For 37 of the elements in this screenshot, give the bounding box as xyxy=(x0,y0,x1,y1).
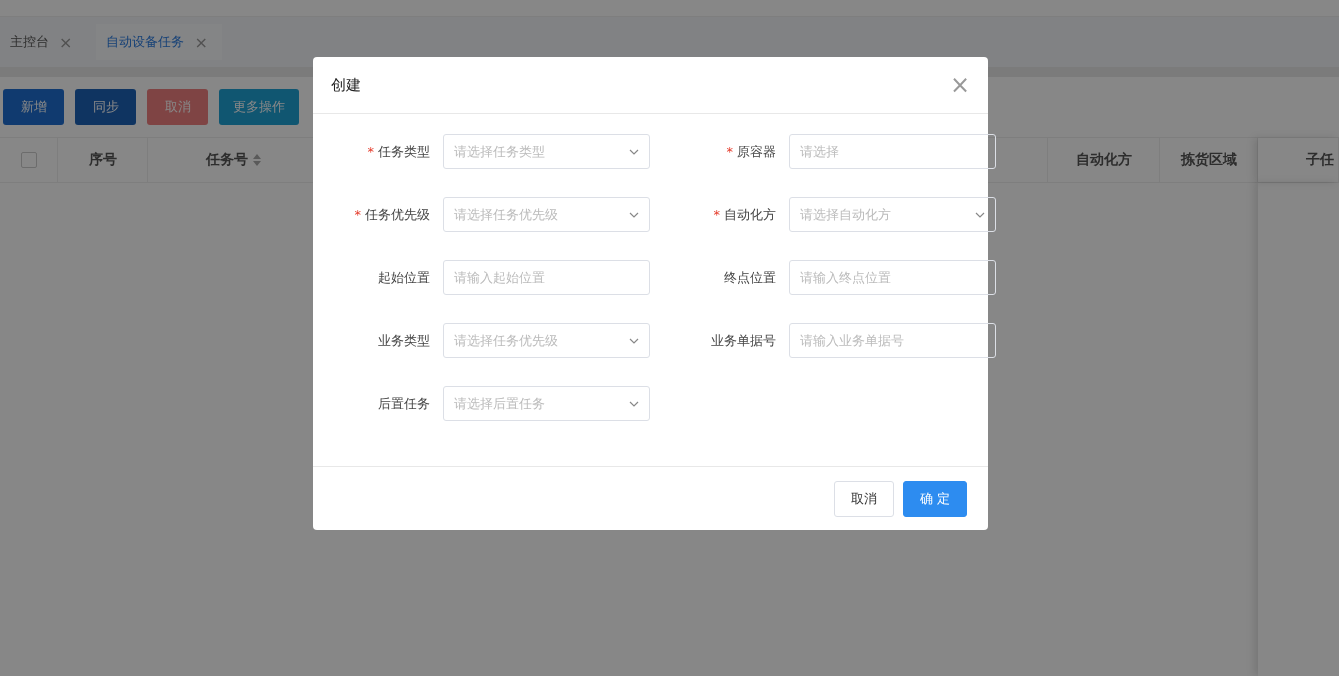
input-field[interactable]: 请输入终点位置 xyxy=(789,260,996,295)
field-label: 业务类型 xyxy=(377,331,430,350)
input-field[interactable]: 请输入业务单据号 xyxy=(789,323,996,358)
chevron-down-icon xyxy=(629,211,639,218)
input-field[interactable]: 请输入起始位置 xyxy=(443,260,650,295)
chevron-down-icon xyxy=(629,400,639,407)
field-label: 起始位置 xyxy=(377,268,430,287)
select-field[interactable]: 请选择后置任务 xyxy=(443,386,650,421)
column-header: 任务号 xyxy=(206,151,248,169)
column-header: 拣货区域 xyxy=(1180,151,1237,169)
chevron-down-icon xyxy=(629,148,639,155)
toolbar-button[interactable]: 新增 xyxy=(3,89,64,125)
field-label: * 自动化方 xyxy=(712,205,776,224)
chevron-down-icon xyxy=(629,337,639,344)
field-label: * 原容器 xyxy=(725,142,776,161)
select-field[interactable]: 请选择自动化方 xyxy=(789,197,996,232)
field-label: 业务单据号 xyxy=(710,331,776,350)
sort-icon[interactable] xyxy=(253,154,261,166)
dialog-title: 创建 xyxy=(331,75,361,95)
select-field[interactable]: 请选择任务优先级 xyxy=(443,323,650,358)
cancel-button[interactable]: 取消 xyxy=(833,480,894,517)
field-label: * 任务类型 xyxy=(366,142,430,161)
field-label: * 任务优先级 xyxy=(353,205,430,224)
column-header: 序号 xyxy=(88,151,117,169)
toolbar-button[interactable]: 同步 xyxy=(75,89,136,125)
field-label: 后置任务 xyxy=(377,394,430,413)
column-header: 子任 xyxy=(1306,151,1334,169)
confirm-button[interactable]: 确 定 xyxy=(902,480,967,517)
column-header: 自动化方 xyxy=(1075,151,1132,169)
toolbar-button[interactable]: 更多操作 xyxy=(219,89,299,125)
close-button[interactable]: × xyxy=(949,73,970,97)
field-label: 终点位置 xyxy=(723,268,776,287)
select-field[interactable]: 请选择任务类型 xyxy=(443,134,650,169)
input-field[interactable]: 请选择 xyxy=(789,134,996,169)
select-field[interactable]: 请选择任务优先级 xyxy=(443,197,650,232)
checkbox[interactable] xyxy=(20,152,37,168)
chevron-down-icon xyxy=(975,211,985,218)
